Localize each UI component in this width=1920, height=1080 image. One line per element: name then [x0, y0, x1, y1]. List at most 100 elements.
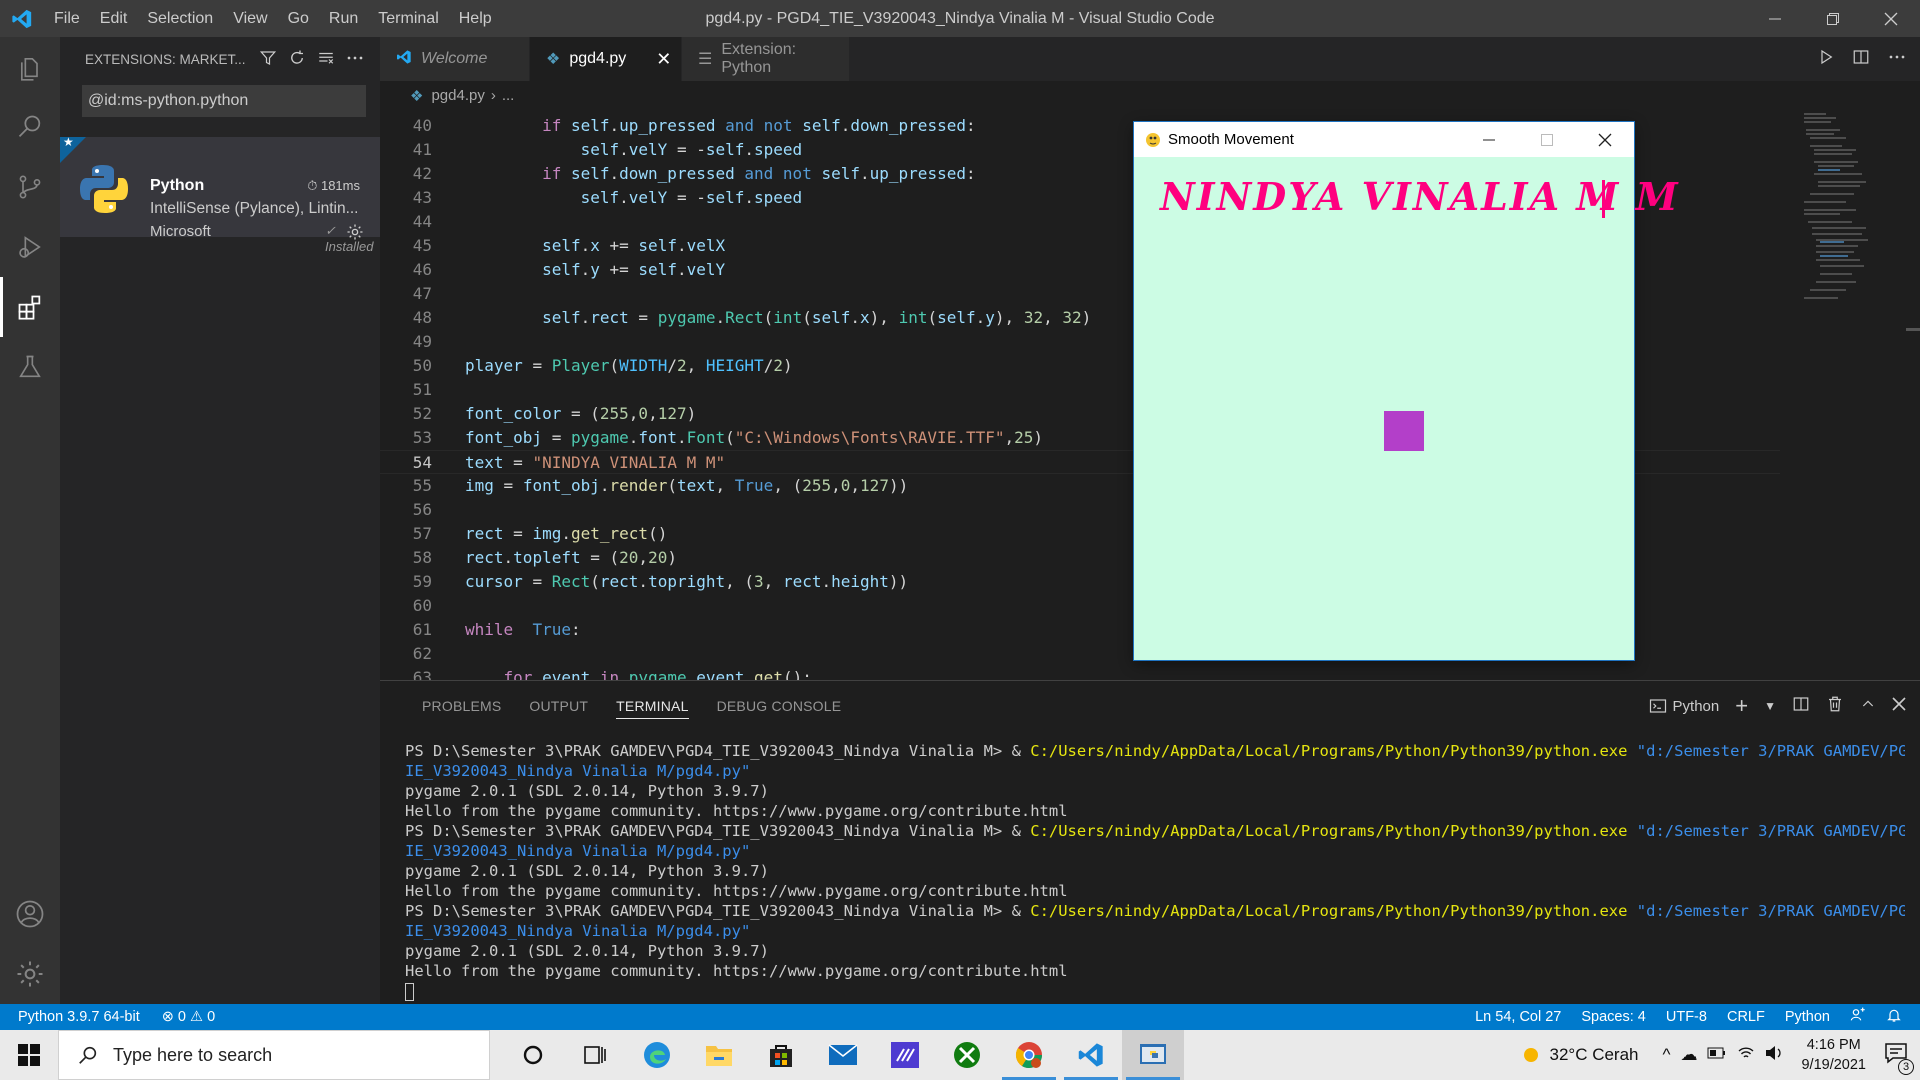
extension-search-input[interactable]: @id:ms-python.python — [82, 85, 366, 117]
restore-button[interactable] — [1804, 0, 1862, 37]
vscode-taskbar-icon[interactable] — [1060, 1030, 1122, 1080]
settings-gear-icon[interactable] — [0, 944, 60, 1004]
title-bar: File Edit Selection View Go Run Terminal… — [0, 0, 1920, 37]
star-icon: ★ — [63, 135, 74, 149]
tab-output[interactable]: OUTPUT — [515, 681, 602, 731]
show-hidden-icons[interactable]: ^ — [1663, 1045, 1671, 1065]
split-editor-icon[interactable] — [1852, 48, 1870, 70]
pygame-maximize-button[interactable] — [1518, 122, 1576, 157]
windows-start-button[interactable] — [0, 1030, 58, 1080]
search-icon[interactable] — [0, 97, 60, 157]
feedback-icon[interactable] — [1850, 1007, 1866, 1027]
refresh-icon[interactable] — [288, 49, 306, 70]
source-control-icon[interactable] — [0, 157, 60, 217]
python-interpreter[interactable]: Python 3.9.7 64-bit — [18, 1009, 140, 1025]
split-terminal-icon[interactable] — [1792, 695, 1810, 717]
minimize-button[interactable] — [1746, 0, 1804, 37]
terminal-selector[interactable]: Python — [1649, 697, 1719, 715]
status-bar: Python 3.9.7 64-bit ⊗ 0 ⚠ 0 Ln 54, Col 2… — [0, 1004, 1920, 1030]
menu-edit[interactable]: Edit — [90, 10, 138, 28]
trash-icon[interactable] — [1826, 695, 1844, 717]
task-view-icon[interactable] — [564, 1030, 626, 1080]
player-square — [1384, 411, 1424, 451]
run-file-icon[interactable] — [1818, 49, 1834, 69]
cortana-icon[interactable] — [502, 1030, 564, 1080]
clear-results-icon[interactable] — [317, 49, 335, 70]
notification-center-icon[interactable]: 3 — [1884, 1042, 1914, 1075]
pygame-title-bar[interactable]: Smooth Movement — [1134, 122, 1634, 157]
code-line: 63 for event in pygame.event.get(): — [412, 668, 812, 680]
account-icon[interactable] — [0, 884, 60, 944]
breadcrumb-symbol[interactable]: ... — [502, 87, 515, 104]
pygame-window[interactable]: Smooth Movement NINDYA VINALIA M M — [1134, 122, 1678, 660]
menu-help[interactable]: Help — [449, 10, 502, 28]
line-ending[interactable]: CRLF — [1727, 1009, 1765, 1025]
menu-file[interactable]: File — [44, 10, 90, 28]
problems-count[interactable]: ⊗ 0 ⚠ 0 — [162, 1009, 215, 1025]
error-icon: ⊗ — [161, 1009, 174, 1025]
wifi-icon[interactable] — [1737, 1045, 1755, 1066]
windows-taskbar: Type here to search 32°C Cerah ^ ☁ 4:16 … — [0, 1030, 1920, 1080]
menu-selection[interactable]: Selection — [137, 10, 223, 28]
new-terminal-icon[interactable]: + — [1735, 693, 1748, 719]
explorer-icon[interactable] — [0, 37, 60, 97]
extensions-sidebar: EXTENSIONS: MARKET... @id:ms-python.pyth… — [60, 37, 380, 1004]
encoding[interactable]: UTF-8 — [1666, 1009, 1707, 1025]
mail-icon[interactable] — [812, 1030, 874, 1080]
tab-pgd4-py[interactable]: ❖ pgd4.py ✕ — [530, 37, 682, 81]
chevron-down-icon[interactable]: ▼ — [1764, 699, 1776, 713]
terminal-output[interactable]: PS D:\Semester 3\PRAK GAMDEV\PGD4_TIE_V3… — [405, 741, 1905, 1001]
sidebar-title: EXTENSIONS: MARKET... — [85, 51, 246, 67]
volume-icon[interactable] — [1765, 1045, 1783, 1066]
extension-item-python[interactable]: ★ Python ⏱ 181ms IntelliSense (Pylance),… — [60, 135, 380, 254]
clock-icon: ⏱ — [307, 178, 318, 193]
menu-view[interactable]: View — [223, 10, 277, 28]
close-window-button[interactable] — [1862, 0, 1920, 37]
extension-description: IntelliSense (Pylance), Lintin... — [150, 200, 359, 217]
run-debug-icon[interactable] — [0, 217, 60, 277]
editor-scrollbar[interactable] — [1906, 328, 1920, 331]
weather-widget[interactable]: 32°C Cerah — [1519, 1043, 1639, 1067]
more-actions-icon[interactable] — [1888, 48, 1906, 70]
tab-problems[interactable]: PROBLEMS — [408, 681, 515, 731]
notification-count-badge: 3 — [1898, 1058, 1914, 1075]
tab-welcome[interactable]: Welcome — [380, 37, 530, 81]
chrome-icon[interactable] — [998, 1030, 1060, 1080]
taskbar-search-box[interactable]: Type here to search — [58, 1030, 490, 1080]
notifications-bell-icon[interactable] — [1886, 1007, 1902, 1027]
file-explorer-icon[interactable] — [688, 1030, 750, 1080]
testing-icon[interactable] — [0, 337, 60, 397]
system-clock[interactable]: 4:16 PM 9/19/2021 — [1801, 1035, 1866, 1075]
visual-studio-icon[interactable] — [874, 1030, 936, 1080]
bottom-panel: PROBLEMS OUTPUT TERMINAL DEBUG CONSOLE P… — [380, 680, 1920, 1004]
pygame-minimize-button[interactable] — [1460, 122, 1518, 157]
manage-gear-icon[interactable] — [346, 223, 364, 245]
extensions-icon[interactable] — [0, 277, 60, 337]
menu-run[interactable]: Run — [319, 10, 368, 28]
pygame-window-title: Smooth Movement — [1168, 131, 1294, 148]
cursor-position[interactable]: Ln 54, Col 27 — [1475, 1009, 1561, 1025]
menu-terminal[interactable]: Terminal — [368, 10, 448, 28]
tab-debug-console[interactable]: DEBUG CONSOLE — [703, 681, 856, 731]
edge-browser-icon[interactable] — [626, 1030, 688, 1080]
battery-icon[interactable] — [1707, 1045, 1727, 1065]
menu-go[interactable]: Go — [278, 10, 319, 28]
python-taskbar-icon[interactable] — [1122, 1030, 1184, 1080]
language-mode[interactable]: Python — [1785, 1009, 1830, 1025]
more-actions-icon[interactable] — [346, 49, 364, 70]
filter-icon[interactable] — [259, 49, 277, 70]
close-panel-icon[interactable] — [1892, 697, 1906, 715]
xbox-icon[interactable] — [936, 1030, 998, 1080]
tab-terminal[interactable]: TERMINAL — [602, 681, 702, 731]
editor-tabs: Welcome ❖ pgd4.py ✕ ☰ Extension: Python — [380, 37, 1920, 81]
cloud-icon[interactable]: ☁ — [1680, 1045, 1697, 1065]
tab-extension-python[interactable]: ☰ Extension: Python — [682, 37, 850, 81]
close-tab-icon[interactable]: ✕ — [656, 49, 671, 70]
store-icon[interactable] — [750, 1030, 812, 1080]
breadcrumb-file[interactable]: pgd4.py — [431, 87, 484, 104]
minimap[interactable] — [1796, 110, 1906, 350]
weather-sun-icon — [1524, 1048, 1539, 1062]
indentation[interactable]: Spaces: 4 — [1581, 1009, 1646, 1025]
maximize-panel-icon[interactable] — [1860, 696, 1876, 716]
pygame-close-button[interactable] — [1576, 122, 1634, 157]
